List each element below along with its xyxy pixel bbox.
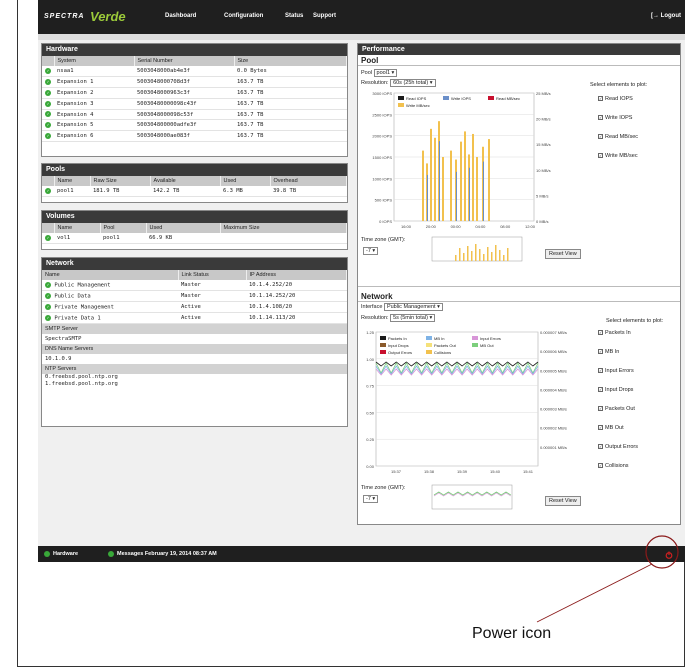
callout-annotation [536,535,679,623]
callout-circle [645,535,679,569]
callout-leader-line [536,563,653,623]
callout-label: Power icon [472,625,552,642]
